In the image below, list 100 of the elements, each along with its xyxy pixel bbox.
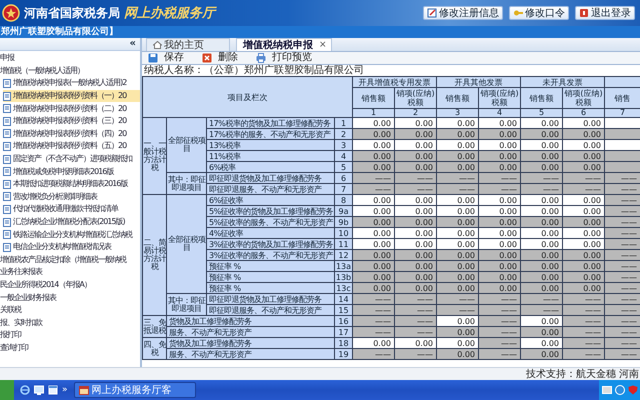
row-label: 5%征收率的货物及加工修理修配劳务 xyxy=(206,206,334,216)
document-icon xyxy=(3,180,11,189)
tree-item[interactable]: 增值税纳税申报表附列资料（四）20 xyxy=(3,128,140,140)
tree-item[interactable]: 增值税纳税申报表附列资料（二）20 xyxy=(3,102,140,115)
section-label: 四、免税 xyxy=(142,338,166,360)
start-button[interactable] xyxy=(0,380,14,400)
document-icon xyxy=(3,218,11,227)
browser-icon xyxy=(20,385,30,395)
tree-item[interactable]: 民企业所得税2014（年报A） xyxy=(0,278,140,292)
tree-item[interactable]: 查询打印 xyxy=(0,342,140,354)
pencil-icon xyxy=(427,8,437,18)
row-label: 13%税率 xyxy=(206,140,334,150)
more-button[interactable]: » xyxy=(62,385,68,395)
toolbar-button[interactable]: 打印预览 xyxy=(254,52,314,64)
tree-item[interactable]: 业务往来报表 xyxy=(0,266,140,279)
tree-item[interactable]: 增值税（一般纳税人适用） xyxy=(0,64,140,78)
group-label: 全部征税项目 xyxy=(166,118,206,172)
window-icon xyxy=(48,385,58,395)
header-button[interactable]: 修改注册信息 xyxy=(423,6,503,20)
taskbar-button[interactable]: 网上办税服务厅客 xyxy=(74,382,196,398)
row-label: 即征即退服务、不动产和无形资产 xyxy=(206,304,334,316)
tree-item[interactable]: 铁路运输企业分支机构增值税汇总纳税 xyxy=(3,228,140,241)
row-label: 货物及加工修理修配劳务 xyxy=(166,338,334,348)
toolbar-button[interactable]: 删除 xyxy=(200,52,240,64)
column-header: 销售额 xyxy=(352,88,394,108)
collapse-button[interactable]: « xyxy=(130,39,136,49)
document-icon xyxy=(3,142,11,151)
tree-item[interactable]: 营改增税负分析测算明细表 xyxy=(3,190,140,204)
document-icon xyxy=(3,78,11,88)
document-icon xyxy=(3,104,11,114)
delete-icon xyxy=(202,53,212,63)
tree-item[interactable]: 报打印 xyxy=(0,329,140,342)
tree-item[interactable]: 增值税农产品核定扣除（增值税一般纳税 xyxy=(0,254,140,266)
column-group-header: 未开具发票 xyxy=(520,76,604,88)
home-icon xyxy=(153,41,162,49)
close-button[interactable]: × xyxy=(319,40,327,50)
group-label: 全部征税项目 xyxy=(166,194,206,294)
document-icon xyxy=(3,204,11,214)
keyboard-icon xyxy=(602,386,612,394)
printer-icon xyxy=(256,53,266,63)
row-label: 11%税率 xyxy=(206,150,334,162)
row-label: 服务、不动产和无形资产 xyxy=(166,326,334,338)
tree-item[interactable]: 增值税减免税申报明细表2016版 xyxy=(3,165,140,178)
document-icon xyxy=(3,116,11,126)
row-label: 17%税率的货物及加工修理修配劳务 xyxy=(206,118,334,128)
document-icon xyxy=(3,154,11,164)
site-title: 网上办税服务厅 xyxy=(124,5,215,22)
section-label: 二、简易计税方法计税 xyxy=(142,194,166,316)
row-label: 预征率 % xyxy=(206,272,334,282)
row-label: 6%征收率 xyxy=(206,194,334,206)
document-icon xyxy=(3,242,11,252)
tree-item[interactable]: 关联税 xyxy=(0,304,140,316)
tree-item[interactable]: 报、实时扣款 xyxy=(0,316,140,330)
tree-item[interactable]: 固定资产（不含不动产）进项税额抵扣 xyxy=(3,152,140,166)
shield-icon xyxy=(628,385,638,395)
organization-name: 河南省国家税务局 xyxy=(24,4,120,22)
document-icon xyxy=(3,167,11,176)
column-header: 销项(应纳)税额 xyxy=(394,88,436,108)
support-text: 技术支持：航天金穗 河南 xyxy=(526,368,640,380)
column-header: 销项(应纳)税额 xyxy=(562,88,604,108)
tree-item[interactable]: 本期抵扣进项税额结构明细表2016版 xyxy=(3,178,140,191)
row-label: 6%税率 xyxy=(206,162,334,172)
document-icon xyxy=(3,230,11,240)
row-label: 预征率 % xyxy=(206,260,334,272)
document-icon xyxy=(3,129,11,138)
tree-item[interactable]: 增值税纳税申报表附列资料（五）20 xyxy=(3,140,140,153)
row-label: 即征即退货物及加工修理修配劳务 xyxy=(206,172,334,184)
tab[interactable]: 我的主页 xyxy=(146,38,230,51)
window-icon xyxy=(78,386,89,394)
taxpayer-name: 纳税人名称：（公章）郑州广联塑胶制品有限公司 xyxy=(144,66,364,76)
section-label: 一、一般计税方法计税 xyxy=(142,118,166,194)
tree-item[interactable]: 增值税纳税申报表附列资料（三）20 xyxy=(3,114,140,128)
emblem-icon xyxy=(2,4,20,22)
desktop-icon xyxy=(34,385,44,395)
column-group-header: 开具增值税专用发票 xyxy=(352,76,436,88)
tab[interactable]: 增值税纳税申报 × xyxy=(236,38,332,51)
tree-item[interactable]: 一般企业财务报表 xyxy=(0,291,140,304)
tree-item[interactable]: 增值税纳税申报表(一般纳税人适用)2 xyxy=(3,77,140,90)
tree-item[interactable]: 申报 xyxy=(0,52,140,65)
exit-icon xyxy=(579,8,589,18)
column-header xyxy=(604,76,640,88)
tree-item[interactable]: 增值税纳税申报表附列资料（一）20 xyxy=(3,90,140,102)
header-button[interactable]: 退出登录 xyxy=(575,6,635,20)
header-button[interactable]: 修改口令 xyxy=(509,6,569,20)
globe-icon xyxy=(615,385,625,395)
column-group-header: 开具其他发票 xyxy=(436,76,520,88)
row-label: 5%征收率的服务、不动产和无形资产 xyxy=(206,216,334,228)
tree-item[interactable]: 代扣代缴税收通用缴款书抵扣清单 xyxy=(3,203,140,216)
row-label: 服务、不动产和无形资产 xyxy=(166,348,334,360)
document-icon xyxy=(3,192,11,202)
toolbar-button[interactable]: 保存 xyxy=(146,52,186,64)
column-header: 销售额 xyxy=(520,88,562,108)
row-label: 货物及加工修理修配劳务 xyxy=(166,316,334,326)
tree-item[interactable]: 电信企业分支机构增值税情况表 xyxy=(3,240,140,254)
row-label: 3%征收率的货物及加工修理修配劳务 xyxy=(206,238,334,250)
key-icon xyxy=(513,8,523,18)
column-header: 项目及栏次 xyxy=(142,76,352,118)
row-label: 3%征收率的服务、不动产和无形资产 xyxy=(206,250,334,260)
tree-item[interactable]: 汇总纳税企业增值税分配表(2015版) xyxy=(3,216,140,228)
save-icon xyxy=(148,53,158,63)
